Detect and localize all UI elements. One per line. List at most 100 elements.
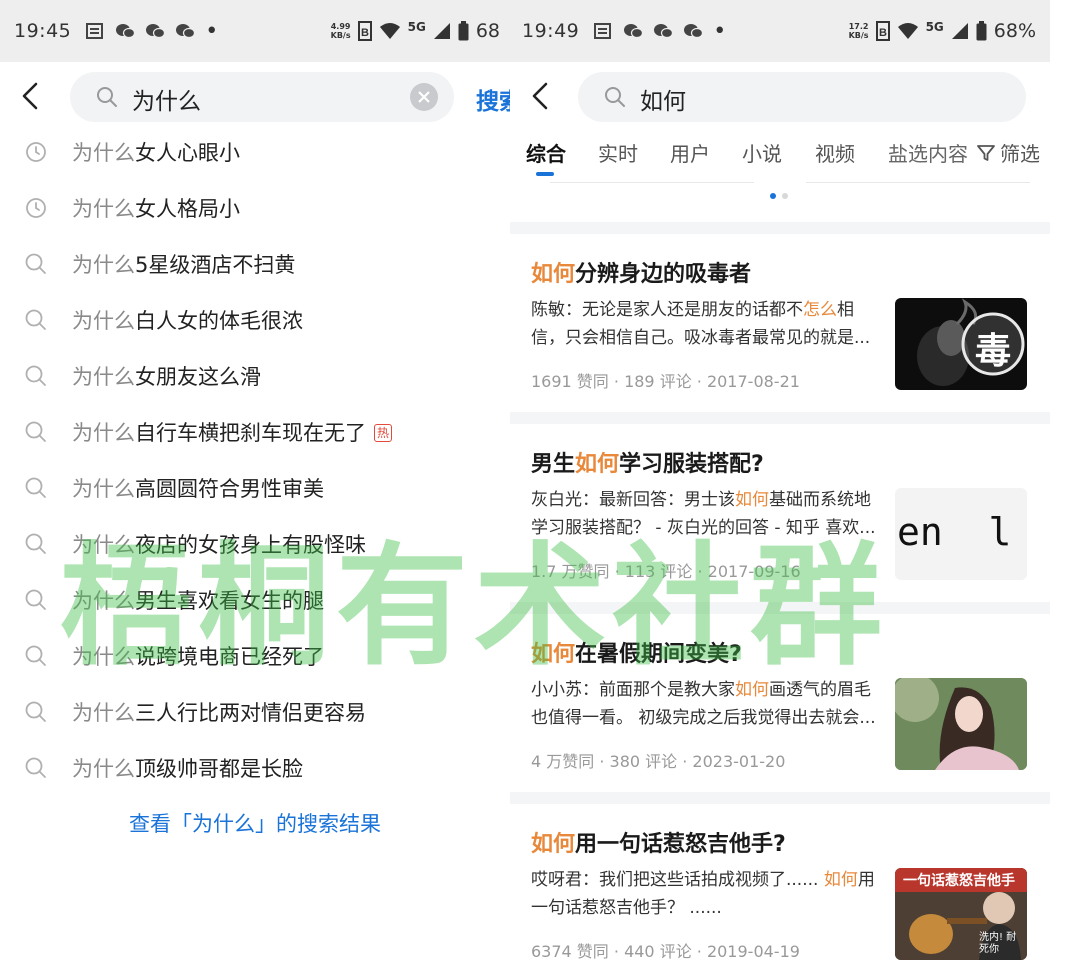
clear-search-button[interactable]: [410, 83, 438, 111]
suggestion-prefix: 为什么: [72, 477, 135, 501]
suggestion-prefix: 为什么: [72, 533, 135, 557]
suggestion-completion: 白人女的体毛很浓: [135, 309, 303, 333]
result-title-highlight: 如何: [531, 262, 576, 287]
section-separator: [510, 222, 1050, 234]
suggestion-completion: 顶级帅哥都是长脸: [135, 757, 303, 781]
suggestion-item[interactable]: 为什么顶级帅哥都是长脸: [0, 740, 510, 796]
svg-text:B: B: [879, 27, 887, 39]
result-meta: 4 万赞同 · 380 评论 · 2023-01-20: [531, 752, 786, 771]
suggestion-item[interactable]: 为什么男生喜欢看女生的腿: [0, 572, 510, 628]
back-button[interactable]: [524, 76, 556, 116]
excerpt-text: 陈敏：无论是家人还是朋友的话都不: [531, 300, 803, 320]
suggestion-completion: 女人心眼小: [135, 141, 240, 165]
portrait-photo: [895, 678, 1027, 770]
suggestion-completion: 三人行比两对情侣更容易: [135, 701, 366, 725]
search-icon: [97, 87, 117, 107]
section-separator: [510, 412, 1050, 424]
suggestion-text: 为什么说跨境电商已经死了: [72, 641, 324, 671]
suggestion-prefix: 为什么: [72, 309, 135, 333]
result-title[interactable]: 如何在暑假期间变美?: [531, 636, 742, 668]
close-icon: [418, 91, 430, 103]
search-result-card[interactable]: 如何分辨身边的吸毒者 陈敏：无论是家人还是朋友的话都不怎么相信，只会相信自己。吸…: [510, 234, 1050, 412]
battery-icon: [976, 21, 987, 41]
excerpt-text: 小小苏：前面那个是教大家: [531, 680, 735, 700]
suggestion-completion: 自行车横把刹车现在无了: [135, 421, 366, 445]
suggestion-item[interactable]: 为什么女人心眼小: [0, 124, 510, 180]
suggestion-text: 为什么顶级帅哥都是长脸: [72, 753, 303, 783]
result-thumbnail[interactable]: [895, 678, 1027, 770]
tab-comprehensive[interactable]: 综合: [526, 138, 566, 167]
result-tabs: 综合 实时 用户 小说 视频 盐选内容 筛选: [510, 132, 1050, 176]
tab-novels[interactable]: 小说: [742, 138, 782, 167]
status-bar: 19:45 • 4.99 KB/s B 5G 68: [0, 0, 510, 62]
tab-users[interactable]: 用户: [670, 138, 710, 167]
search-submit-button[interactable]: 搜索: [476, 82, 510, 116]
result-title-highlight: 如何: [575, 452, 620, 477]
wechat-icon: [176, 24, 196, 39]
search-result-card[interactable]: 如何用一句话惹怒吉他手? 哎呀君：我们把这些话拍成视频了...... 如何用一句…: [510, 804, 1050, 974]
result-thumbnail[interactable]: en l i: [895, 488, 1027, 580]
tab-premium-content[interactable]: 盐选内容: [888, 138, 972, 167]
result-excerpt: 灰白光：最新回答：男士该如何基础而系统地学习服装搭配？ - 灰白光的回答 - 知…: [531, 486, 877, 542]
suggestion-item[interactable]: 为什么自行车横把刹车现在无了热: [0, 404, 510, 460]
thumbnail-caption: en l i: [897, 510, 1012, 554]
nfc-icon: B: [357, 21, 372, 41]
search-icon: [24, 476, 48, 500]
search-result-card[interactable]: 男生如何学习服装搭配? 灰白光：最新回答：男士该如何基础而系统地学习服装搭配？ …: [510, 424, 1050, 602]
result-title[interactable]: 如何分辨身边的吸毒者: [531, 256, 751, 288]
suggestion-completion: 女朋友这么滑: [135, 365, 261, 389]
tab-videos[interactable]: 视频: [815, 138, 855, 167]
suggestion-item[interactable]: 为什么三人行比两对情侣更容易: [0, 684, 510, 740]
result-title-highlight: 如何: [531, 642, 576, 667]
network-speed-unit: KB/s: [330, 31, 351, 40]
view-all-results-link[interactable]: 查看「为什么」的搜索结果: [0, 808, 510, 838]
suggestion-item[interactable]: 为什么女朋友这么滑: [0, 348, 510, 404]
history-clock-icon: [24, 196, 48, 220]
tab-realtime[interactable]: 实时: [598, 138, 638, 167]
cell-signal-icon: [951, 23, 968, 39]
suggestion-item[interactable]: 为什么5星级酒店不扫黄: [0, 236, 510, 292]
suggestion-item[interactable]: 为什么说跨境电商已经死了: [0, 628, 510, 684]
suggestion-item[interactable]: 为什么高圆圆符合男性审美: [0, 460, 510, 516]
search-icon: [24, 756, 48, 780]
right-gutter: [1050, 0, 1080, 974]
result-excerpt: 陈敏：无论是家人还是朋友的话都不怎么相信，只会相信自己。吸冰毒者最常见的就是..…: [531, 296, 877, 352]
page-indicator-dot-active: [770, 193, 776, 199]
suggestion-completion: 夜店的女孩身上有股怪味: [135, 533, 366, 557]
nfc-icon: B: [875, 21, 890, 41]
section-separator: [510, 602, 1050, 614]
suggestion-item[interactable]: 为什么夜店的女孩身上有股怪味: [0, 516, 510, 572]
result-meta: 1691 赞同 · 189 评论 · 2017-08-21: [531, 372, 800, 391]
suggestion-item[interactable]: 为什么白人女的体毛很浓: [0, 292, 510, 348]
back-button[interactable]: [14, 76, 46, 116]
wifi-icon: [897, 23, 918, 39]
battery-level: 68: [475, 20, 500, 42]
network-speed-value: 4.99: [330, 22, 351, 31]
right-screenshot-panel: 19:49 • 17.2 KB/s B 5G 68% 如何 综合 实时 用户 小说…: [510, 0, 1050, 974]
search-result-card[interactable]: 如何在暑假期间变美? 小小苏：前面那个是教大家如何画透气的眉毛也值得一看。 初级…: [510, 614, 1050, 792]
battery-level: 68%: [993, 20, 1036, 42]
search-input[interactable]: 为什么: [70, 72, 454, 122]
search-icon: [24, 364, 48, 388]
result-title[interactable]: 如何用一句话惹怒吉他手?: [531, 826, 786, 858]
result-thumbnail[interactable]: 一句话惹怒吉他手 洗内! 耐死你: [895, 868, 1027, 960]
wechat-icon: [146, 24, 166, 39]
result-title-text: 在暑假期间变美?: [575, 642, 742, 667]
suggestion-text: 为什么夜店的女孩身上有股怪味: [72, 529, 366, 559]
result-thumbnail[interactable]: 毒: [895, 298, 1027, 390]
tab-divider: [806, 182, 1030, 183]
section-separator: [510, 792, 1050, 804]
thumbnail-caption: 毒: [975, 331, 1012, 372]
search-icon: [24, 252, 48, 276]
result-title[interactable]: 男生如何学习服装搭配?: [531, 446, 764, 478]
search-input[interactable]: 如何: [578, 72, 1026, 122]
status-time: 19:49: [522, 20, 580, 42]
suggestion-item[interactable]: 为什么女人格局小: [0, 180, 510, 236]
svg-text:B: B: [361, 27, 369, 39]
filter-button[interactable]: 筛选: [976, 138, 1040, 167]
suggestion-text: 为什么三人行比两对情侣更容易: [72, 697, 366, 727]
result-excerpt: 小小苏：前面那个是教大家如何画透气的眉毛也值得一看。 初级完成之后我觉得出去就会…: [531, 676, 877, 732]
search-icon: [24, 532, 48, 556]
network-type: 5G: [925, 20, 944, 34]
excerpt-highlight: 怎么: [803, 300, 837, 320]
